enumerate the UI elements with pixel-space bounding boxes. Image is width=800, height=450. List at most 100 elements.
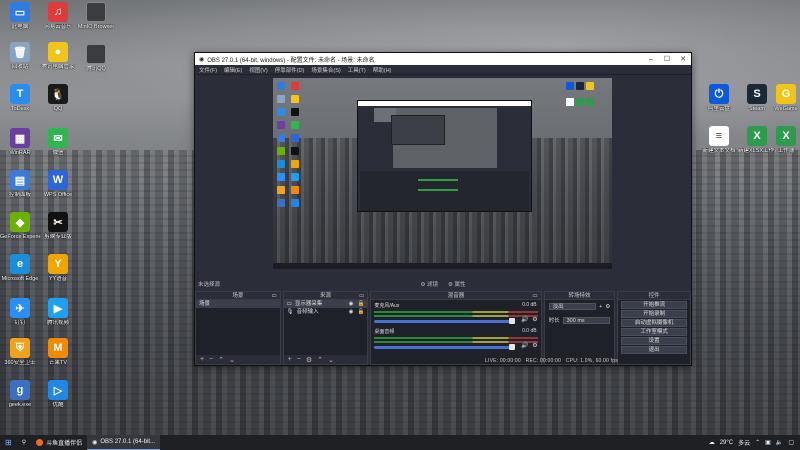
desktop-icon[interactable]: ✂ 剪映专业版 bbox=[38, 212, 78, 241]
desktop-icon[interactable]: X 新建XLSX工作表 bbox=[738, 126, 776, 155]
desktop-icon[interactable]: ✉ 微信 bbox=[38, 128, 78, 157]
desktop-icon-label: 阿里云盘 bbox=[707, 106, 730, 112]
menu-tools[interactable]: 工具(T) bbox=[348, 66, 366, 74]
remove-scene-button[interactable]: − bbox=[209, 356, 213, 363]
desktop-icon-label: WeGame bbox=[774, 106, 798, 112]
desktop-icon[interactable]: ⛨ 360安全卫士 bbox=[0, 338, 40, 367]
desktop-icon[interactable]: T ToDesk bbox=[0, 84, 40, 113]
settings-button[interactable]: 设置 bbox=[621, 337, 688, 345]
desktop-icon[interactable]: ▤ 控制面板 bbox=[0, 170, 40, 199]
exit-button[interactable]: 退出 bbox=[621, 346, 688, 354]
dock-float-icon[interactable]: ▭ bbox=[532, 292, 537, 300]
menu-help[interactable]: 帮助(H) bbox=[373, 66, 392, 74]
transition-gear-icon[interactable]: ⚙ bbox=[605, 304, 610, 310]
minimize-button[interactable]: – bbox=[643, 56, 659, 63]
desktop-icon[interactable]: S Steam bbox=[738, 84, 776, 113]
desktop-icon[interactable]: ✈ 钉钉 bbox=[0, 298, 40, 327]
speaker-icon[interactable]: 🔈 bbox=[776, 439, 783, 446]
start-button[interactable]: ⊞ bbox=[0, 435, 17, 450]
desktop-icon[interactable]: g geek.exe bbox=[0, 380, 40, 409]
dock-float-icon[interactable]: ▭ bbox=[359, 292, 364, 300]
app-icon: X bbox=[776, 126, 796, 146]
desktop-icon[interactable]: MinIO Browser bbox=[76, 2, 116, 31]
obs-titlebar[interactable]: ◉ OBS 27.0.1 (64-bit, windows) - 配置文件: 未… bbox=[195, 53, 691, 65]
source-item[interactable]: ▭ 显示器采集 ◉ 🔓 bbox=[283, 300, 368, 308]
volume-slider[interactable] bbox=[374, 318, 515, 324]
scene-item[interactable]: 场景 bbox=[196, 300, 280, 308]
obs-app-icon: ◉ bbox=[92, 439, 98, 446]
app-icon: ▭ bbox=[10, 2, 30, 22]
desktop-icon[interactable]: 🐧 QQ bbox=[38, 84, 78, 113]
transition-type-select[interactable]: 淡出 bbox=[548, 303, 597, 310]
source-item[interactable]: 🎙 音频输入 ◉ 🔓 bbox=[284, 308, 368, 316]
desktop-icon[interactable]: ♫ 网易云音乐 bbox=[38, 2, 78, 31]
chevron-up-icon[interactable]: ⌃ bbox=[755, 439, 760, 446]
desktop-icon[interactable]: W WPS Office bbox=[38, 170, 78, 199]
menu-view[interactable]: 视图(V) bbox=[249, 66, 267, 74]
close-button[interactable]: ✕ bbox=[675, 55, 691, 63]
move-up-icon[interactable]: ⌃ bbox=[317, 356, 323, 364]
studio-mode-button[interactable]: 工作室模式 bbox=[621, 328, 688, 336]
desktop-icon[interactable]: X 工作簿 bbox=[772, 126, 800, 155]
gear-icon[interactable]: ⚙ bbox=[532, 342, 537, 349]
search-button[interactable]: ⚲ bbox=[17, 435, 31, 450]
move-down-icon[interactable]: ⌄ bbox=[328, 356, 334, 364]
duration-input[interactable]: 300 ms bbox=[562, 316, 611, 324]
desktop-icon[interactable]: ≡ 新建文本文档 bbox=[700, 126, 738, 155]
preview-toolbar: ⚙ 滤镜 ⚙ 属性 bbox=[195, 280, 691, 288]
visibility-eye-icon[interactable]: ◉ bbox=[349, 308, 354, 316]
properties-button[interactable]: ⚙ 属性 bbox=[448, 280, 465, 288]
start-recording-button[interactable]: 开始录制 bbox=[621, 310, 688, 318]
virtual-camera-button[interactable]: 启动虚拟摄像机 bbox=[621, 319, 688, 327]
add-scene-button[interactable]: + bbox=[200, 356, 204, 363]
desktop-icon[interactable]: Y YY语音 bbox=[38, 254, 78, 283]
desktop-icon-label: Microsoft Edge bbox=[1, 276, 39, 282]
desktop-icon[interactable]: ▦ WinRAR bbox=[0, 128, 40, 157]
add-transition-button[interactable]: + bbox=[599, 304, 602, 310]
scenes-footer: + − ⌃ ⌄ bbox=[196, 355, 280, 364]
maximize-button[interactable]: ☐ bbox=[659, 55, 675, 63]
notification-icon[interactable]: ▢ bbox=[788, 439, 794, 446]
network-icon[interactable]: ▣ bbox=[765, 439, 771, 446]
dock-float-icon[interactable]: ▭ bbox=[271, 292, 276, 300]
visibility-eye-icon[interactable]: ◉ bbox=[349, 300, 354, 308]
desktop-icon-label: 新建文本文档 bbox=[702, 148, 736, 154]
desktop-icon[interactable]: ⏻ 阿里云盘 bbox=[700, 84, 738, 113]
add-source-button[interactable]: + bbox=[288, 356, 292, 363]
desktop-icon[interactable]: 🗑 回收站 bbox=[0, 42, 40, 71]
obs-window[interactable]: ◉ OBS 27.0.1 (64-bit, windows) - 配置文件: 未… bbox=[194, 52, 692, 366]
gear-icon[interactable]: ⚙ bbox=[532, 316, 537, 323]
desktop-icon[interactable]: M 芒果TV bbox=[38, 338, 78, 367]
speaker-icon[interactable]: 🔊 bbox=[521, 342, 528, 349]
desktop-icon[interactable]: ▷ 优酷 bbox=[38, 380, 78, 409]
desktop-icon[interactable]: G WeGame bbox=[772, 84, 800, 113]
menu-edit[interactable]: 编辑(E) bbox=[224, 66, 242, 74]
menu-scene-collection[interactable]: 场景集合(S) bbox=[311, 66, 340, 74]
app-icon: ⛨ bbox=[10, 338, 30, 358]
lock-icon[interactable]: 🔓 bbox=[357, 308, 364, 316]
desktop-icon[interactable]: 腾讯QQ bbox=[76, 44, 116, 73]
start-streaming-button[interactable]: 开始推流 bbox=[621, 301, 688, 309]
desktop-icon[interactable]: ◆ GeForce Experience bbox=[0, 212, 40, 241]
volume-slider[interactable] bbox=[374, 344, 515, 350]
preview-canvas[interactable] bbox=[273, 78, 612, 269]
filters-button[interactable]: ⚙ 滤镜 bbox=[421, 280, 438, 288]
taskbar-app-obs[interactable]: ◉ OBS 27.0.1 (64-bit... bbox=[87, 435, 161, 450]
move-up-icon[interactable]: ⌃ bbox=[218, 356, 224, 364]
speaker-icon[interactable]: 🔊 bbox=[521, 316, 528, 323]
mixer-track-mic: 麦克风/Aux 0.0 dB 🔊 ⚙ bbox=[374, 302, 538, 324]
menu-docks[interactable]: 停靠部件(D) bbox=[275, 66, 305, 74]
app-icon: ▦ bbox=[10, 128, 30, 148]
desktop-icon[interactable]: ▶ 腾讯视频 bbox=[38, 298, 78, 327]
scenes-dock: 场景 ▭ 场景 + − ⌃ ⌄ bbox=[195, 291, 281, 365]
remove-source-button[interactable]: − bbox=[297, 356, 301, 363]
desktop-icon[interactable]: ● 腾讯电脑管家 bbox=[38, 42, 78, 71]
menu-file[interactable]: 文件(F) bbox=[199, 66, 217, 74]
taskbar-app-douyu[interactable]: 斗鱼直播伴侣 bbox=[31, 435, 87, 450]
move-down-icon[interactable]: ⌄ bbox=[229, 356, 235, 364]
lock-icon[interactable]: 🔓 bbox=[357, 300, 364, 308]
weather-cloud-icon[interactable]: ☁ bbox=[709, 439, 715, 446]
desktop-icon[interactable]: ▭ 此电脑 bbox=[0, 2, 40, 31]
desktop-icon[interactable]: e Microsoft Edge bbox=[0, 254, 40, 283]
source-properties-gear-icon[interactable]: ⚙ bbox=[306, 356, 312, 364]
